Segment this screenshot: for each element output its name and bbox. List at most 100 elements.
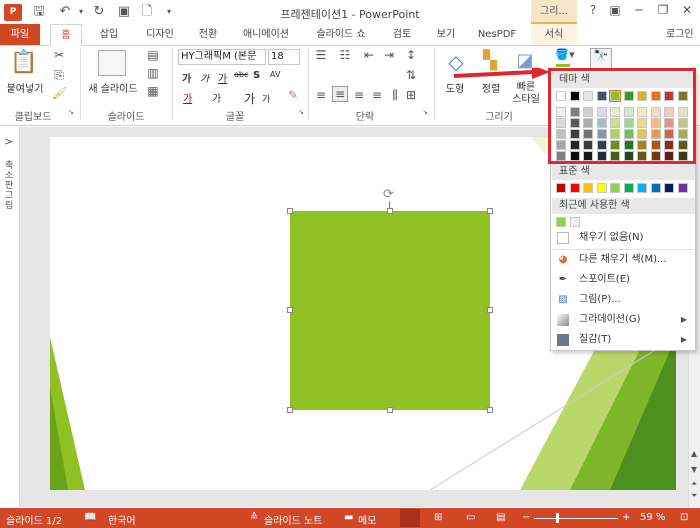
resize-handle[interactable] — [387, 407, 393, 413]
resize-handle[interactable] — [487, 407, 493, 413]
normal-view-icon[interactable] — [400, 509, 420, 527]
resize-handle[interactable] — [387, 208, 393, 214]
grow-font-button[interactable]: 가 — [244, 90, 255, 107]
close-button[interactable]: ✕ — [676, 3, 698, 17]
font-name-combo[interactable]: HY그래픽M (본문 — [178, 49, 266, 65]
ribbon-display-icon[interactable]: ▣ — [604, 3, 626, 17]
char-spacing-button[interactable]: AV — [270, 70, 280, 79]
login-link[interactable]: 로그인 — [666, 24, 700, 45]
resize-handle[interactable] — [287, 407, 293, 413]
picture-fill-item[interactable]: ▨ 그림(P)... — [553, 291, 693, 309]
standard-color-swatch[interactable] — [569, 183, 580, 193]
cut-icon[interactable]: ✂ — [52, 48, 66, 62]
text-shadow-button[interactable]: S — [253, 70, 260, 81]
zoom-slider-thumb[interactable] — [556, 513, 559, 523]
columns-icon[interactable]: ⫼ — [388, 88, 402, 103]
underline-button[interactable]: 가 — [218, 70, 227, 85]
zoom-in-button[interactable]: + — [622, 512, 630, 523]
standard-color-swatch[interactable] — [677, 183, 688, 193]
align-center-icon[interactable]: ≡ — [332, 86, 348, 102]
italic-button[interactable]: 가 — [200, 70, 209, 85]
bullets-icon[interactable]: ☰ — [314, 48, 328, 62]
minimize-button[interactable]: ─ — [628, 3, 650, 17]
tab-transitions[interactable]: 전환 — [192, 24, 224, 45]
no-fill-item[interactable]: 채우기 없음(N) — [553, 229, 693, 247]
restore-button[interactable]: ❐ — [652, 3, 674, 17]
scroll-down-icon[interactable]: ▼ — [691, 465, 697, 474]
shrink-font-button[interactable]: 가 — [262, 92, 270, 105]
scroll-up-icon[interactable]: ▲ — [691, 449, 697, 458]
standard-color-swatch[interactable] — [623, 183, 634, 193]
tab-slideshow[interactable]: 슬라이드 쇼 — [308, 24, 374, 45]
recent-color-swatch[interactable] — [556, 217, 566, 227]
texture-fill-item[interactable]: 질감(T) ▶ — [553, 331, 693, 349]
increase-indent-icon[interactable]: ⇥ — [382, 48, 396, 62]
language-indicator[interactable]: 한국어 — [108, 512, 136, 527]
zoom-out-button[interactable]: − — [522, 512, 530, 523]
clear-formatting-icon[interactable]: ✎ — [286, 88, 300, 102]
previous-slide-icon[interactable]: ⏶ — [691, 479, 697, 489]
align-right-icon[interactable]: ≡ — [352, 88, 366, 102]
font-size-combo[interactable]: 18 — [268, 49, 300, 65]
standard-color-swatch[interactable] — [583, 183, 593, 193]
tab-design[interactable]: 디자인 — [138, 24, 182, 45]
tab-review[interactable]: 검토 — [386, 24, 418, 45]
comments-icon[interactable]: ▬ — [344, 512, 353, 523]
rotate-handle-icon[interactable]: ⟳ — [383, 187, 394, 202]
resize-handle[interactable] — [287, 208, 293, 214]
strikethrough-button[interactable]: abc — [234, 70, 248, 79]
align-left-icon[interactable]: ≡ — [314, 88, 328, 102]
standard-color-swatch[interactable] — [650, 183, 661, 193]
justify-icon[interactable]: ≡ — [370, 88, 384, 102]
standard-color-swatch[interactable] — [596, 183, 607, 193]
new-slide-button[interactable]: 새 슬라이드 — [84, 80, 142, 95]
resize-handle[interactable] — [287, 307, 293, 313]
reset-icon[interactable]: ▥ — [146, 66, 160, 80]
slide-sorter-icon[interactable]: ⊞ — [434, 512, 442, 523]
zoom-level[interactable]: 59 % — [640, 512, 665, 523]
recent-color-swatch[interactable] — [569, 217, 580, 227]
resize-handle[interactable] — [487, 307, 493, 313]
section-icon[interactable]: ▦ — [146, 84, 160, 98]
notes-button[interactable]: 슬라이드 노트 — [264, 512, 322, 527]
standard-color-swatch[interactable] — [610, 183, 620, 193]
line-spacing-icon[interactable]: ↕ — [404, 48, 418, 62]
font-launcher-icon[interactable]: ↘ — [296, 108, 306, 116]
numbering-icon[interactable]: ☷ — [338, 48, 352, 62]
expand-panel-button[interactable]: > — [4, 135, 13, 148]
new-slide-icon[interactable] — [98, 50, 126, 76]
eyedropper-item[interactable]: ✒ 스포이트(E) — [553, 271, 693, 289]
standard-color-swatch[interactable] — [664, 183, 674, 193]
more-fill-colors-item[interactable]: ◕ 다른 채우기 색(M)... — [553, 251, 693, 269]
tab-format[interactable]: 서식 — [531, 24, 577, 45]
standard-color-swatch[interactable] — [556, 183, 566, 193]
paste-button[interactable]: 붙여넣기 — [2, 80, 48, 95]
standard-color-swatch[interactable] — [637, 183, 647, 193]
tab-nespdf[interactable]: NesPDF — [474, 24, 520, 45]
reading-view-icon[interactable]: ▭ — [466, 512, 475, 523]
format-painter-icon[interactable]: 🖌 — [52, 86, 67, 100]
clipboard-launcher-icon[interactable]: ↘ — [66, 108, 76, 116]
tab-file[interactable]: 파일 — [0, 24, 40, 45]
tab-animations[interactable]: 애니메이션 — [236, 24, 296, 45]
layout-icon[interactable]: ▤ — [146, 48, 160, 62]
tab-view[interactable]: 보기 — [430, 24, 462, 45]
slideshow-icon[interactable]: ▤ — [496, 512, 505, 523]
comments-button[interactable]: 메모 — [358, 512, 376, 527]
tab-home[interactable]: 홈 — [50, 24, 82, 46]
paste-icon[interactable]: 📋 — [10, 50, 38, 80]
paragraph-launcher-icon[interactable]: ↘ — [420, 108, 430, 116]
change-case-button[interactable]: 가 — [212, 90, 221, 105]
notes-icon[interactable]: ≙ — [250, 512, 258, 523]
text-direction-icon[interactable]: ⇅ — [404, 68, 418, 82]
font-color-button[interactable]: 가 — [183, 90, 192, 105]
quick-styles-label-2[interactable]: 스타일 — [508, 90, 544, 105]
copy-icon[interactable]: ⎘ — [52, 68, 66, 83]
decrease-indent-icon[interactable]: ⇤ — [362, 48, 376, 62]
gradient-fill-item[interactable]: 그라데이션(G) ▶ — [553, 311, 693, 329]
help-button[interactable]: ? — [582, 3, 604, 17]
tab-insert[interactable]: 삽입 — [92, 24, 126, 45]
smartart-icon[interactable]: ⊞ — [404, 88, 418, 102]
zoom-slider-track[interactable] — [534, 518, 618, 519]
bold-button[interactable]: 가 — [182, 70, 191, 85]
